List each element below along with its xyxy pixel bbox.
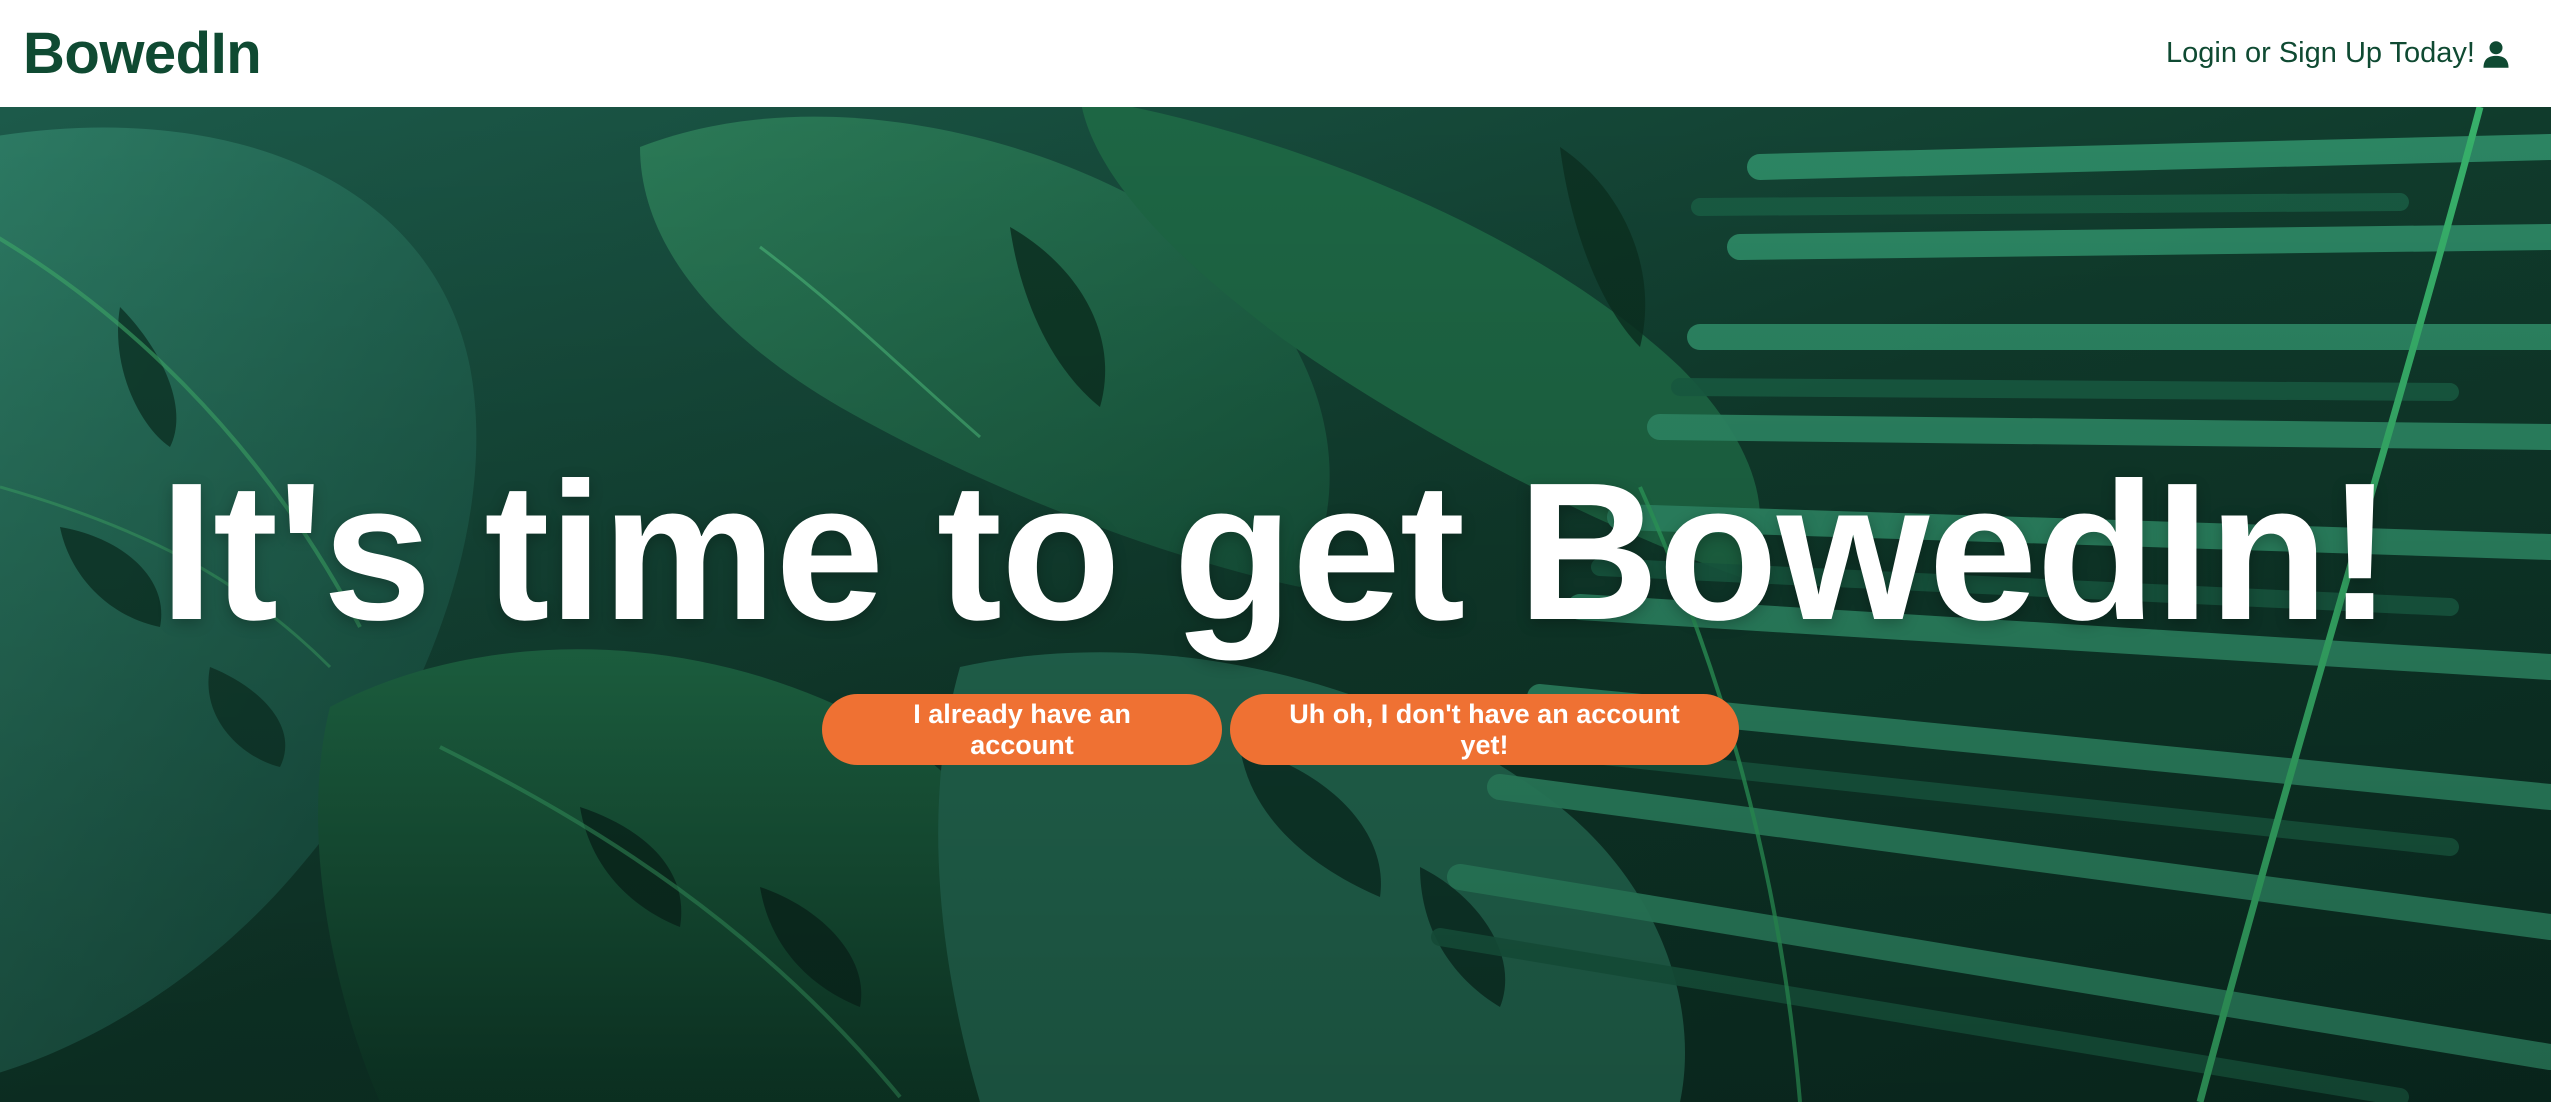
hero-title: It's time to get BowedIn!	[159, 442, 2392, 661]
top-navbar: BowedIn Login or Sign Up Today!	[0, 0, 2551, 107]
existing-account-button[interactable]: I already have an account	[822, 694, 1222, 765]
new-account-button[interactable]: Uh oh, I don't have an account yet!	[1230, 694, 1739, 765]
login-signup-link[interactable]: Login or Sign Up Today!	[2166, 37, 2511, 70]
hero-buttons: I already have an account Uh oh, I don't…	[0, 694, 2551, 765]
login-signup-label: Login or Sign Up Today!	[2165, 37, 2475, 69]
user-icon	[2483, 40, 2509, 68]
brand-logo[interactable]: BowedIn	[23, 20, 262, 87]
hero-section: It's time to get BowedIn! I already have…	[0, 107, 2551, 1102]
